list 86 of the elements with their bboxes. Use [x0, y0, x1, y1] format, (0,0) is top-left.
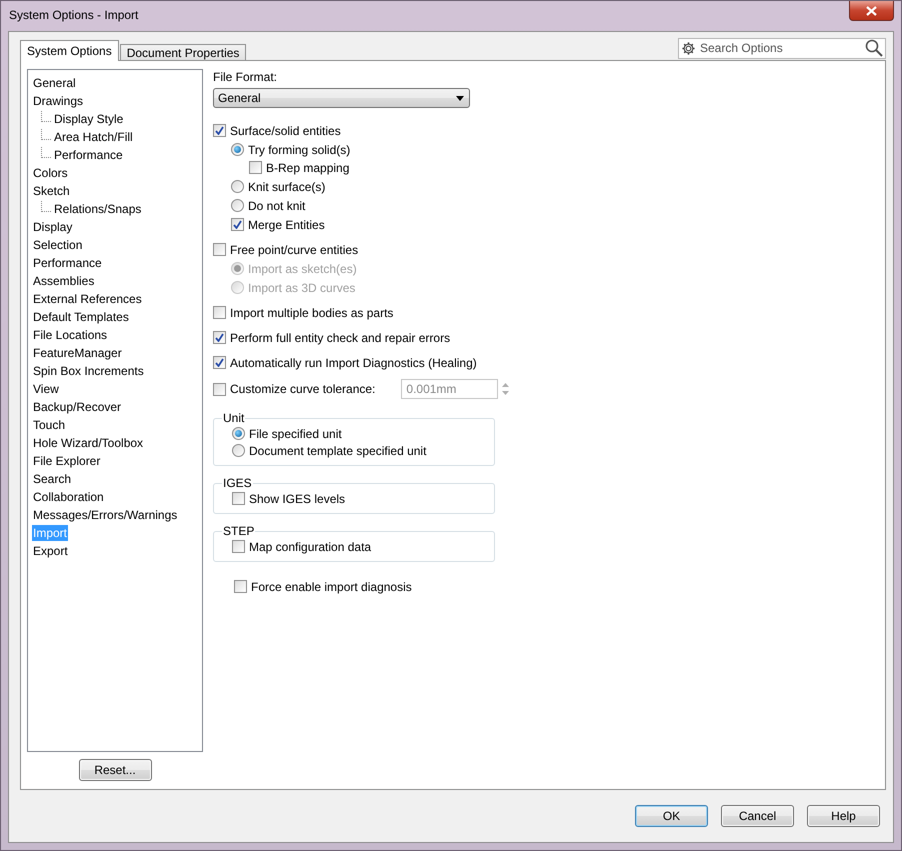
checkbox[interactable] — [234, 580, 247, 593]
radio-button[interactable] — [231, 180, 244, 193]
option-label: Try forming solid(s) — [248, 142, 350, 156]
tree-item[interactable]: Touch — [32, 417, 66, 433]
tab[interactable]: Document Properties — [120, 44, 246, 61]
close-button[interactable] — [849, 1, 894, 21]
tree-item[interactable]: Performance — [32, 255, 103, 271]
settings-icon — [681, 40, 696, 56]
field-label: File Format: — [213, 70, 278, 86]
tree-item[interactable]: Backup/Recover — [32, 399, 122, 415]
option-label: Import as sketch(es) — [248, 262, 357, 276]
option-label: B-Rep mapping — [266, 160, 350, 174]
checkbox[interactable] — [213, 243, 226, 256]
option-label: Map configuration data — [249, 540, 372, 554]
tree-item[interactable]: External References — [32, 291, 143, 307]
checkbox[interactable] — [232, 492, 245, 505]
radio-button[interactable] — [232, 444, 245, 457]
window-title: System Options - Import — [9, 8, 138, 22]
option-label: Import multiple bodies as parts — [230, 306, 394, 320]
group-title: STEP — [222, 524, 256, 538]
format-dropdown[interactable]: General — [213, 88, 470, 108]
option-label: Knit surface(s) — [248, 180, 326, 194]
tree-item[interactable]: Drawings — [32, 93, 84, 109]
check-icon — [215, 126, 224, 135]
group-title: Unit — [222, 411, 246, 425]
dialog-button[interactable]: Cancel — [721, 805, 794, 827]
tree-connector — [41, 128, 51, 140]
tree-item[interactable]: Hole Wizard/Toolbox — [32, 435, 144, 451]
tree-item[interactable]: Export — [32, 543, 69, 559]
checkbox[interactable] — [213, 306, 226, 319]
option-label: File specified unit — [249, 426, 342, 440]
checkbox[interactable] — [213, 331, 226, 344]
dialog-button[interactable]: Help — [807, 805, 880, 827]
option-label: Automatically run Import Diagnostics (Healing) — [230, 356, 477, 370]
tree-item[interactable]: Search — [32, 471, 72, 487]
option-label: Show IGES levels — [249, 492, 346, 506]
search-field[interactable]: Search Options — [678, 38, 886, 58]
radio-button[interactable] — [232, 427, 245, 440]
caret-icon — [456, 96, 464, 100]
checkbox[interactable] — [249, 161, 262, 174]
reset-button[interactable]: Reset... — [78, 759, 152, 781]
option-label: Perform full entity check and repair errors — [230, 330, 450, 344]
option-label: Customize curve tolerance: — [230, 382, 376, 396]
tree-item[interactable]: Messages/Errors/Warnings — [32, 507, 178, 523]
check-icon — [233, 220, 242, 229]
tree-item[interactable]: Display — [32, 219, 74, 235]
checkbox[interactable] — [213, 356, 226, 369]
check-icon — [215, 358, 224, 367]
option-label: Force enable import diagnosis — [251, 580, 412, 594]
tree-item[interactable]: Colors — [32, 165, 69, 181]
tree-item[interactable]: FeatureManager — [32, 345, 123, 361]
radio-button[interactable] — [231, 199, 244, 212]
group-title: IGES — [222, 476, 253, 490]
tree-item[interactable]: Assemblies — [32, 273, 96, 289]
tree-item[interactable]: General — [32, 75, 77, 91]
checkbox[interactable] — [213, 124, 226, 137]
tree-item[interactable]: Selection — [32, 237, 84, 253]
close-icon — [866, 6, 877, 16]
checkbox[interactable] — [232, 540, 245, 553]
tree-connector — [41, 200, 51, 212]
option-label: Free point/curve entities — [230, 242, 358, 256]
tree-item[interactable]: View — [32, 381, 60, 397]
tree-item[interactable]: Area Hatch/Fill — [53, 129, 134, 145]
radio-button[interactable] — [231, 143, 244, 156]
option-label: Document template specified unit — [249, 444, 426, 458]
tree-item[interactable]: Sketch — [32, 183, 71, 199]
tree-item[interactable]: Spin Box Increments — [32, 363, 145, 379]
tree-item[interactable]: File Explorer — [32, 453, 102, 469]
tree-item[interactable]: Relations/Snaps — [53, 201, 142, 217]
check-icon — [215, 333, 224, 342]
dialog-button[interactable]: OK — [635, 805, 708, 827]
tree-item[interactable]: Display Style — [53, 111, 124, 127]
tree-connector — [41, 146, 51, 158]
tree-item[interactable]: Collaboration — [32, 489, 105, 505]
tree-connector — [41, 110, 51, 122]
tree-item[interactable]: Performance — [53, 147, 124, 163]
option-label: Import as 3D curves — [248, 280, 356, 294]
search-icon — [865, 38, 883, 56]
option-label: Merge Entities — [248, 218, 325, 232]
option-label: Surface/solid entities — [230, 124, 341, 138]
tree-item[interactable]: Default Templates — [32, 309, 130, 325]
option-label: Do not knit — [248, 198, 306, 212]
checkbox[interactable] — [231, 218, 244, 231]
tree-item[interactable]: File Locations — [32, 327, 108, 343]
checkbox[interactable] — [213, 382, 226, 396]
tab[interactable]: System Options — [20, 40, 119, 61]
